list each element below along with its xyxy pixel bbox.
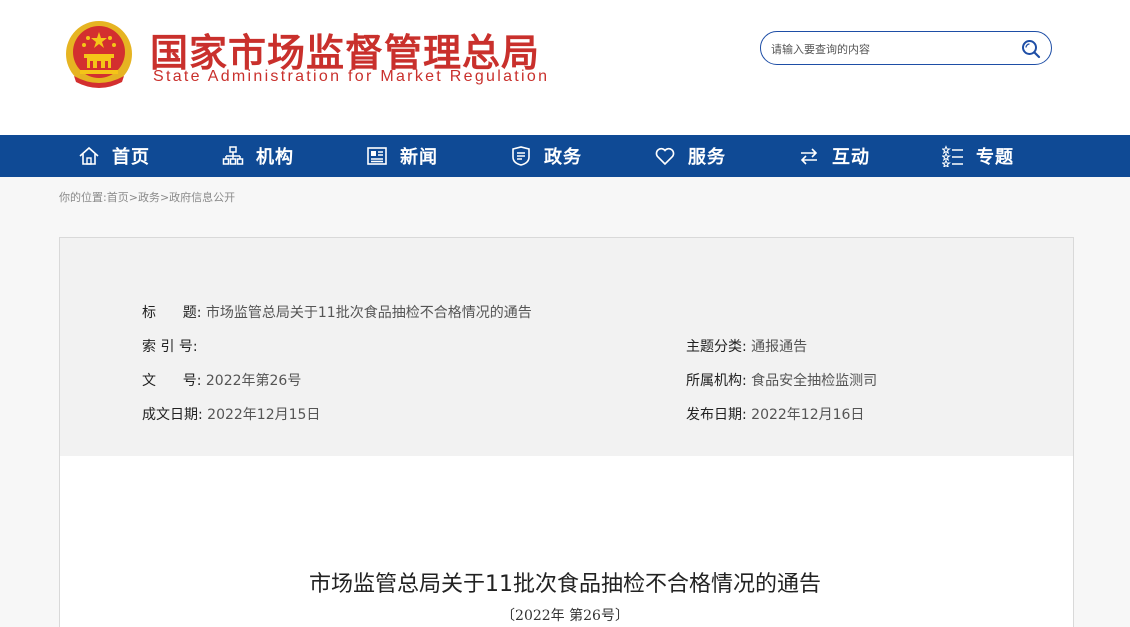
- info-published-row: 发布日期: 2022年12月16日: [686, 404, 864, 424]
- site-title-en[interactable]: State Administration for Market Regulati…: [153, 68, 549, 86]
- nav-item-topics[interactable]: 专题: [942, 135, 1014, 177]
- nav-item-label: 机构: [256, 147, 294, 168]
- info-org-value: 食品安全抽检监测司: [751, 373, 878, 389]
- search-box: [760, 31, 1052, 65]
- nav-item-news[interactable]: 新闻: [366, 135, 438, 177]
- info-index-row: 索 引 号:: [142, 336, 198, 356]
- nav-item-label: 新闻: [400, 147, 438, 168]
- info-org-row: 所属机构: 食品安全抽检监测司: [686, 370, 877, 390]
- info-title-row: 标 题: 市场监管总局关于11批次食品抽检不合格情况的通告: [142, 302, 532, 322]
- document-content: [59, 456, 1074, 627]
- breadcrumb-government[interactable]: 政务: [138, 191, 160, 204]
- info-topic-key: 主题分类:: [686, 339, 747, 355]
- document-title: 市场监管总局关于11批次食品抽检不合格情况的通告: [309, 572, 821, 597]
- info-docno-key: 文 号:: [142, 373, 202, 389]
- nav-item-org[interactable]: 机构: [222, 135, 294, 177]
- home-icon: [79, 146, 99, 165]
- nav-item-label: 服务: [688, 147, 726, 168]
- national-emblem-logo[interactable]: [64, 18, 134, 92]
- info-topic-value: 通报通告: [751, 339, 808, 355]
- nav-item-government[interactable]: 政务: [510, 135, 582, 177]
- info-docno-row: 文 号: 2022年第26号: [142, 370, 301, 390]
- info-topic-row: 主题分类: 通报通告: [686, 336, 807, 356]
- info-published-value: 2022年12月16日: [751, 407, 865, 423]
- info-org-key: 所属机构:: [686, 373, 747, 389]
- site-header: 国家市场监督管理总局 State Administration for Mark…: [0, 0, 1130, 135]
- breadcrumb-home[interactable]: 首页: [107, 191, 129, 204]
- nav-item-label: 互动: [832, 147, 870, 168]
- info-created-key: 成文日期:: [142, 407, 203, 423]
- search-icon[interactable]: [1021, 39, 1041, 59]
- heart-icon: [655, 147, 675, 166]
- breadcrumb-separator: >: [128, 191, 138, 204]
- government-icon: [512, 146, 530, 166]
- info-title-key: 标 题:: [142, 305, 202, 321]
- info-published-key: 发布日期:: [686, 407, 747, 423]
- breadcrumb-info-disclosure[interactable]: 政府信息公开: [169, 191, 235, 204]
- breadcrumb-prefix: 你的位置:: [59, 191, 107, 204]
- nav-item-home[interactable]: 首页: [78, 135, 150, 177]
- info-index-key: 索 引 号:: [142, 339, 198, 355]
- nav-item-label: 首页: [112, 147, 150, 168]
- main-nav: 首页 机构 新闻 政务 服务 互动 专题: [0, 135, 1130, 177]
- nav-item-label: 政务: [544, 147, 582, 168]
- info-created-value: 2022年12月15日: [207, 407, 321, 423]
- document-info-panel: [59, 237, 1074, 457]
- breadcrumb-separator: >: [159, 191, 170, 204]
- info-docno-value: 2022年第26号: [205, 373, 302, 389]
- info-created-row: 成文日期: 2022年12月15日: [142, 404, 320, 424]
- breadcrumb: 你的位置:首页>政务>政府信息公开: [59, 189, 235, 205]
- document-number: 〔2022年 第26号〕: [501, 608, 629, 624]
- nav-item-service[interactable]: 服务: [654, 135, 726, 177]
- news-icon: [367, 147, 387, 165]
- nav-item-interaction[interactable]: 互动: [798, 135, 870, 177]
- org-chart-icon: [222, 146, 244, 165]
- stars-list-icon: [942, 145, 963, 167]
- exchange-arrows-icon: [800, 148, 818, 165]
- nav-item-label: 专题: [976, 147, 1014, 168]
- info-title-value: 市场监管总局关于11批次食品抽检不合格情况的通告: [205, 305, 532, 321]
- search-input[interactable]: [771, 39, 1011, 59]
